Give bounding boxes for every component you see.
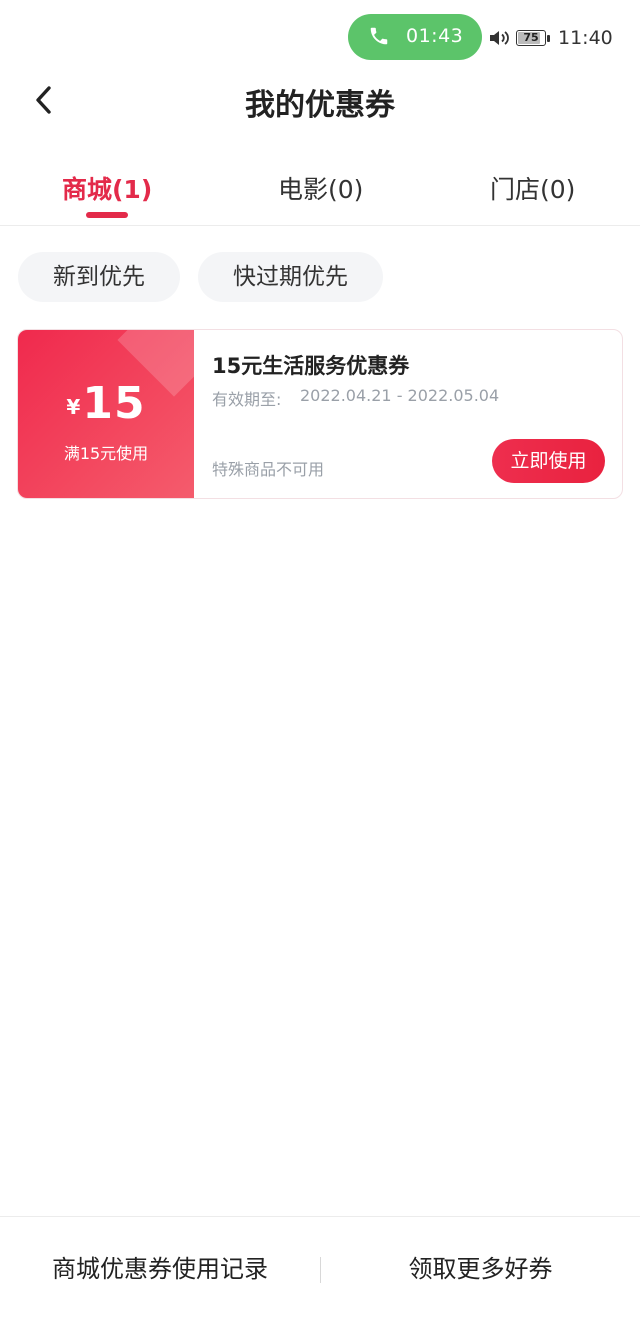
coupon-value-panel: ¥15 满15元使用 — [18, 330, 194, 498]
header: 我的优惠券 — [0, 70, 640, 130]
tab-mall[interactable]: 商城(1) — [62, 170, 152, 206]
page-title: 我的优惠券 — [245, 88, 395, 123]
coupon-restriction: 特殊商品不可用 — [212, 460, 325, 479]
tab-bar: 商城(1) 电影(0) 门店(0) — [0, 160, 640, 226]
speaker-icon — [490, 31, 509, 45]
battery-icon: 75 — [516, 29, 550, 47]
get-more-coupons-link[interactable]: 领取更多好券 — [321, 1217, 640, 1320]
coupon-threshold: 满15元使用 — [63, 444, 149, 463]
call-duration: 01:43 — [406, 25, 464, 47]
system-icons: 75 11:40 — [488, 26, 613, 50]
validity-dates: 2022.04.21 - 2022.05.04 — [300, 386, 500, 405]
tab-store[interactable]: 门店(0) — [490, 170, 575, 206]
use-now-button[interactable]: 立即使用 — [492, 439, 605, 483]
battery-level: 75 — [523, 31, 539, 44]
tab-movie[interactable]: 电影(0) — [278, 170, 363, 206]
coupon-title: 15元生活服务优惠券 — [212, 354, 410, 378]
sort-filters: 新到优先 快过期优先 — [18, 252, 401, 302]
phone-icon — [370, 27, 388, 45]
currency-symbol: ¥ — [66, 395, 81, 419]
coupon-amount-row: ¥15 — [18, 378, 194, 429]
ongoing-call-pill[interactable]: 01:43 — [348, 14, 482, 60]
active-tab-indicator — [86, 212, 128, 218]
coupon-amount: 15 — [82, 378, 146, 429]
clock: 11:40 — [558, 27, 613, 49]
coupon-card: ¥15 满15元使用 15元生活服务优惠券 有效期至: 2022.04.21 -… — [17, 329, 623, 499]
filter-expiring-first[interactable]: 快过期优先 — [198, 252, 383, 302]
bottom-bar: 商城优惠券使用记录 领取更多好券 — [0, 1216, 640, 1320]
coupon-history-link[interactable]: 商城优惠券使用记录 — [0, 1217, 320, 1320]
status-bar: 01:43 75 11:40 — [0, 14, 640, 60]
validity-label: 有效期至: — [212, 390, 282, 409]
filter-newest-first[interactable]: 新到优先 — [18, 252, 180, 302]
